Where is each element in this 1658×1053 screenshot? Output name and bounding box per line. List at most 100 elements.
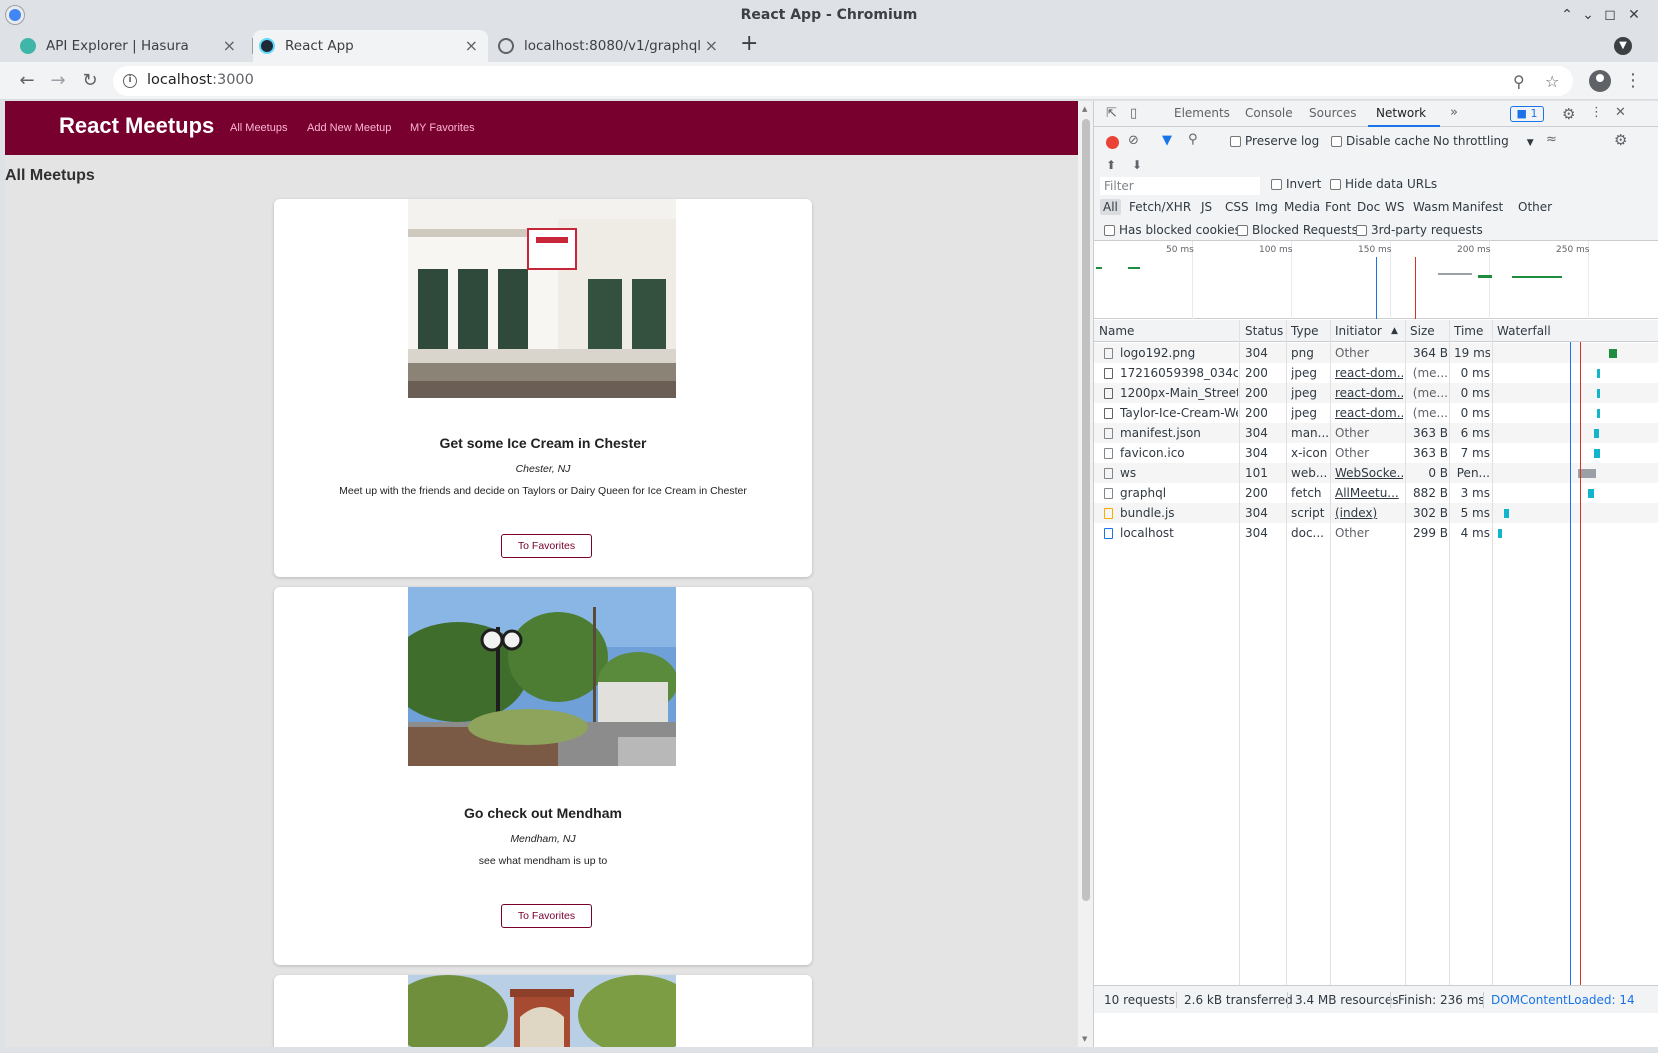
has-blocked-cookies-checkbox[interactable]	[1104, 225, 1115, 236]
filter-icon[interactable]: ▼	[1162, 133, 1172, 148]
table-row[interactable]: 1200px-Main_Street... 200 jpeg react-dom...…	[1094, 383, 1658, 403]
col-initiator[interactable]: Initiator	[1335, 324, 1382, 338]
close-icon[interactable]: ×	[465, 36, 478, 55]
third-party-checkbox[interactable]	[1356, 225, 1367, 236]
import-har-icon[interactable]: ⬆	[1106, 158, 1116, 172]
invert-checkbox[interactable]	[1271, 179, 1282, 190]
more-tabs-icon[interactable]: »	[1450, 105, 1458, 120]
export-har-icon[interactable]: ⬇	[1132, 158, 1142, 172]
nav-add-new-meetup[interactable]: Add New Meetup	[307, 122, 391, 134]
issues-badge[interactable]: ■ 1	[1510, 106, 1544, 122]
cell-initiator[interactable]: react-dom...	[1335, 406, 1403, 420]
type-filter-js[interactable]: JS	[1198, 199, 1215, 215]
preserve-log-label: Preserve log	[1245, 134, 1320, 148]
cell-time: 6 ms	[1460, 426, 1490, 440]
network-conditions-icon[interactable]: ≈	[1546, 132, 1557, 147]
tab-network[interactable]: Network	[1376, 106, 1426, 120]
to-favorites-button[interactable]: To Favorites	[501, 904, 592, 928]
collapse-icon[interactable]: ⌃	[1557, 5, 1577, 25]
table-row[interactable]: logo192.png 304 png Other 364 B 19 ms	[1094, 343, 1658, 363]
devtools-menu-icon[interactable]: ⋮	[1590, 105, 1603, 120]
maximize-icon[interactable]: ◻	[1600, 5, 1620, 25]
minimize-icon[interactable]: ⌄	[1578, 5, 1598, 25]
type-filter-img[interactable]: Img	[1252, 199, 1281, 215]
type-filter-wasm[interactable]: Wasm	[1410, 199, 1452, 215]
device-toolbar-icon[interactable]: ▯	[1130, 106, 1137, 121]
zoom-icon[interactable]: ⚲	[1513, 72, 1525, 91]
table-row[interactable]: graphql 200 fetch AllMeetu... 882 B 3 ms	[1094, 483, 1658, 503]
blocked-requests-checkbox[interactable]	[1237, 225, 1248, 236]
cell-initiator[interactable]: react-dom...	[1335, 386, 1403, 400]
forward-icon[interactable]: →	[47, 70, 69, 92]
settings-gear-icon[interactable]: ⚙	[1562, 105, 1575, 123]
cell-size: 299 B	[1413, 526, 1448, 540]
tab-sources[interactable]: Sources	[1309, 106, 1356, 120]
col-name[interactable]: Name	[1099, 324, 1134, 338]
table-row[interactable]: localhost 304 doc... Other 299 B 4 ms	[1094, 523, 1658, 543]
type-filter-ws[interactable]: WS	[1382, 199, 1407, 215]
disable-cache-checkbox[interactable]	[1331, 136, 1342, 147]
clear-icon[interactable]: ⊘	[1128, 133, 1139, 148]
close-icon[interactable]: ×	[705, 36, 718, 55]
to-favorites-button[interactable]: To Favorites	[501, 534, 592, 558]
throttling-select[interactable]: No throttling ▼	[1433, 134, 1534, 148]
type-filter-all[interactable]: All	[1100, 199, 1121, 215]
table-row[interactable]: ws 101 web... WebSocke... 0 B Pen...	[1094, 463, 1658, 483]
tab-react-app[interactable]: React App ×	[253, 30, 488, 62]
table-row[interactable]: Taylor-Ice-Cream-We... 200 jpeg react-dom..…	[1094, 403, 1658, 423]
new-tab-icon[interactable]: +	[740, 33, 758, 55]
tab-elements[interactable]: Elements	[1174, 106, 1230, 120]
type-filter-font[interactable]: Font	[1322, 199, 1354, 215]
profile-avatar[interactable]	[1589, 70, 1611, 92]
info-icon[interactable]: i	[123, 74, 137, 88]
cell-initiator[interactable]: (index)	[1335, 506, 1403, 520]
type-filter-fetch-xhr[interactable]: Fetch/XHR	[1126, 199, 1194, 215]
col-waterfall[interactable]: Waterfall	[1497, 324, 1551, 338]
tab-hasura[interactable]: API Explorer | Hasura ×	[14, 30, 246, 62]
inspect-element-icon[interactable]: ⇱	[1106, 106, 1117, 121]
hide-data-urls-checkbox[interactable]	[1330, 179, 1341, 190]
type-filter-other[interactable]: Other	[1515, 199, 1555, 215]
close-window-icon[interactable]: ✕	[1624, 5, 1644, 25]
type-filter-manifest[interactable]: Manifest	[1449, 199, 1506, 215]
filter-input[interactable]: Filter	[1100, 177, 1260, 195]
meetup-address: Chester, NJ	[515, 463, 571, 475]
nav-all-meetups[interactable]: All Meetups	[230, 122, 287, 134]
scroll-up-icon[interactable]: ▲	[1082, 105, 1087, 113]
nav-my-favorites[interactable]: MY Favorites	[410, 122, 475, 134]
type-filter-css[interactable]: CSS	[1222, 199, 1252, 215]
address-bar[interactable]: i localhost:3000 ⚲ ☆	[113, 66, 1573, 96]
table-row[interactable]: favicon.ico 304 x-icon Other 363 B 7 ms	[1094, 443, 1658, 463]
col-size[interactable]: Size	[1410, 324, 1435, 338]
waterfall-bar	[1597, 369, 1600, 378]
browser-menu-icon[interactable]: ⋮	[1624, 70, 1642, 91]
page-scrollbar[interactable]: ▲ ▼	[1078, 101, 1093, 1047]
record-icon[interactable]	[1106, 136, 1119, 149]
tab-console[interactable]: Console	[1245, 106, 1293, 120]
back-icon[interactable]: ←	[16, 70, 38, 92]
col-status[interactable]: Status	[1245, 324, 1283, 338]
cell-initiator[interactable]: WebSocke...	[1335, 466, 1403, 480]
scrollbar-thumb[interactable]	[1082, 119, 1090, 901]
tab-graphql[interactable]: localhost:8080/v1/graphql ×	[492, 30, 728, 62]
bookmark-star-icon[interactable]: ☆	[1545, 72, 1559, 91]
network-settings-icon[interactable]: ⚙	[1614, 131, 1627, 149]
tab-search-icon[interactable]: ▼	[1614, 37, 1632, 55]
reload-icon[interactable]: ↻	[79, 70, 101, 92]
close-icon[interactable]: ×	[223, 36, 236, 55]
has-blocked-cookies-label: Has blocked cookies	[1119, 223, 1241, 237]
close-devtools-icon[interactable]: ✕	[1615, 105, 1626, 120]
table-row[interactable]: bundle.js 304 script (index) 302 B 5 ms	[1094, 503, 1658, 523]
col-time[interactable]: Time	[1454, 324, 1483, 338]
table-row[interactable]: 17216059398_034c1... 200 jpeg react-dom... (…	[1094, 363, 1658, 383]
table-row[interactable]: manifest.json 304 man... Other 363 B 6 ms	[1094, 423, 1658, 443]
type-filter-doc[interactable]: Doc	[1354, 199, 1383, 215]
preserve-log-checkbox[interactable]	[1230, 136, 1241, 147]
scroll-down-icon[interactable]: ▼	[1082, 1035, 1087, 1043]
cell-name: 1200px-Main_Street...	[1120, 386, 1238, 400]
type-filter-media[interactable]: Media	[1281, 199, 1323, 215]
col-type[interactable]: Type	[1291, 324, 1319, 338]
cell-initiator[interactable]: AllMeetu...	[1335, 486, 1403, 500]
cell-initiator[interactable]: react-dom...	[1335, 366, 1403, 380]
search-icon[interactable]: ⚲	[1188, 132, 1198, 147]
